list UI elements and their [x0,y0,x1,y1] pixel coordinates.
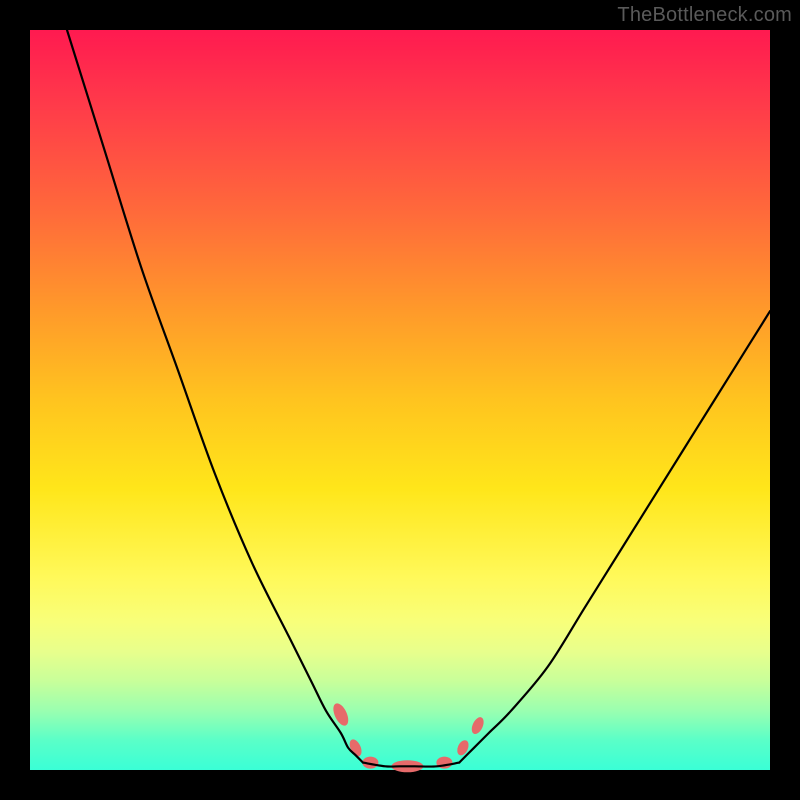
trough-marker [469,715,486,736]
watermark-text: TheBottleneck.com [617,4,792,27]
right-curve [459,311,770,762]
plot-area [30,30,770,770]
markers-group [330,701,486,772]
chart-container: TheBottleneck.com [0,0,800,800]
left-curve [67,30,363,763]
chart-svg [30,30,770,770]
